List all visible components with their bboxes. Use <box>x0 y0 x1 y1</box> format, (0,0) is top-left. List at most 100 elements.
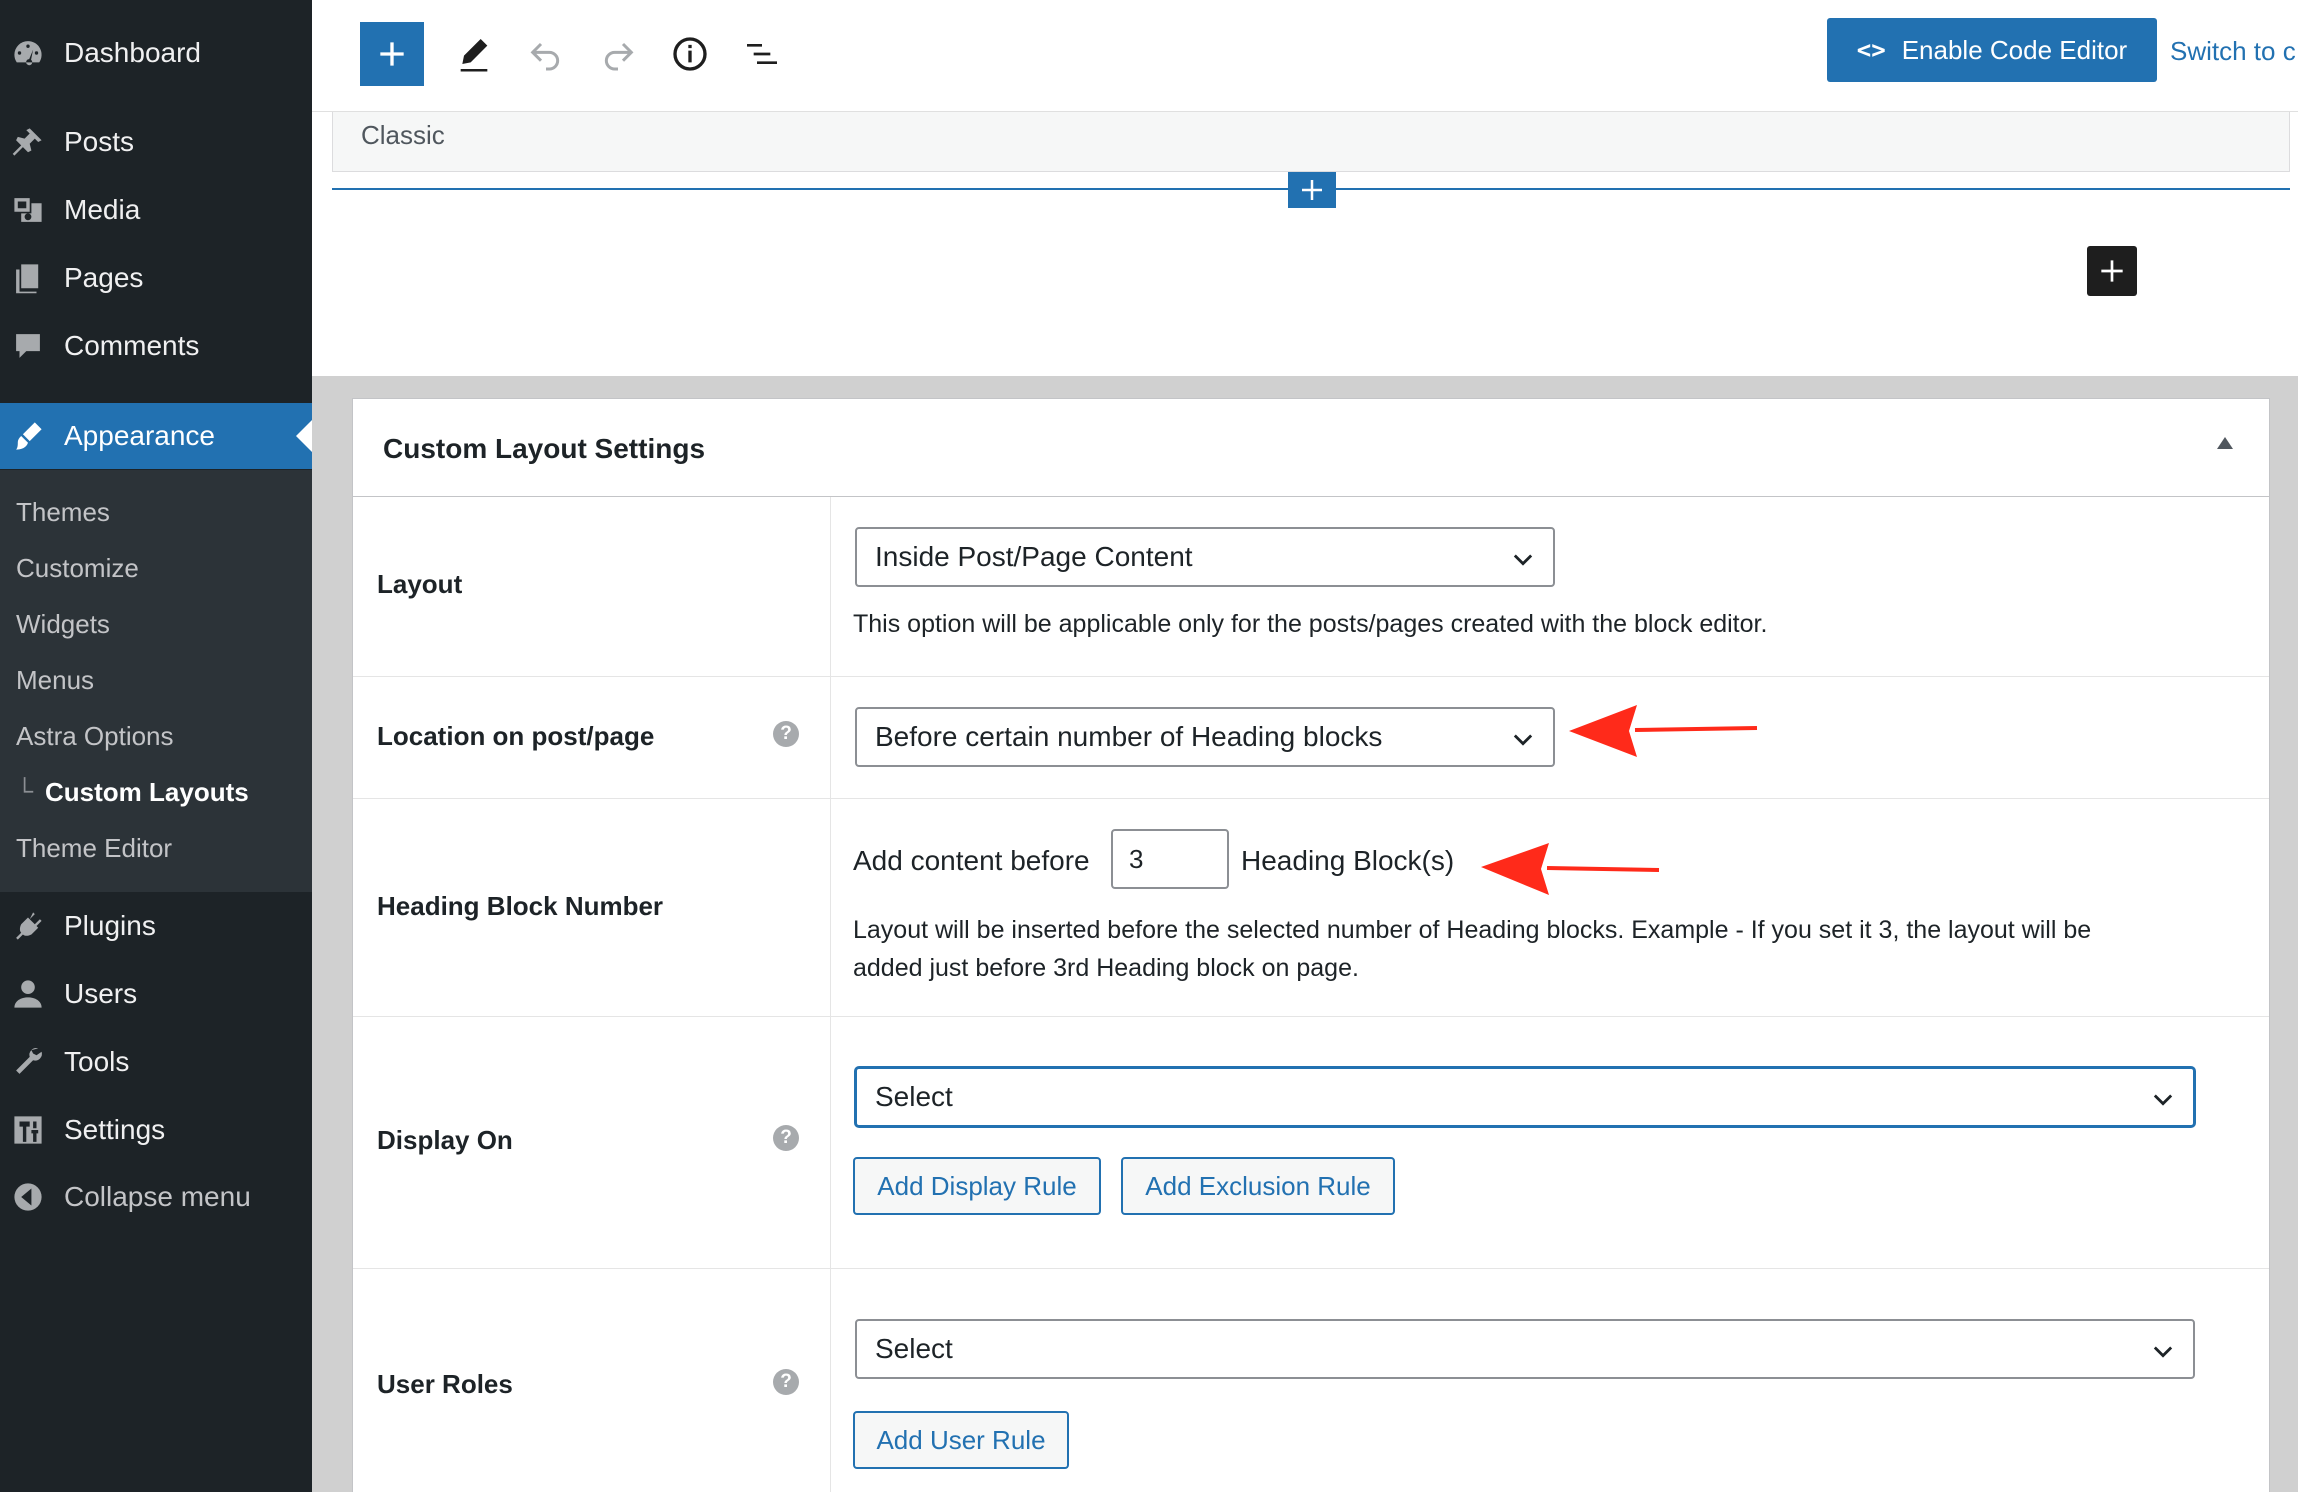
menu-item-posts[interactable]: Posts <box>0 109 312 175</box>
collapse-menu-label: Collapse menu <box>64 1181 251 1212</box>
admin-sidebar: Dashboard Posts Media Pages Comments App… <box>0 0 312 1492</box>
layout-label: Layout <box>377 569 463 599</box>
submenu-menus[interactable]: Menus <box>16 660 94 700</box>
undo-icon <box>530 42 560 71</box>
row-label-cell: User Roles ? <box>353 1269 831 1492</box>
menu-item-appearance[interactable]: Appearance <box>0 403 312 469</box>
add-display-rule-button[interactable]: Add Display Rule <box>853 1157 1101 1215</box>
heading-block-label: Heading Block Number <box>377 891 664 921</box>
location-select[interactable]: Before certain number of Heading blocks <box>855 707 1555 767</box>
location-row: Location on post/page ? Before certain n… <box>353 677 2269 799</box>
heading-number-value: 3 <box>1129 843 1144 874</box>
submenu-themes[interactable]: Themes <box>16 492 110 532</box>
chevron-down-icon <box>1513 554 1533 566</box>
classic-block-label: Classic <box>361 120 445 150</box>
menu-item-tools[interactable]: Tools <box>0 1029 312 1095</box>
details-button[interactable] <box>658 22 722 86</box>
collapse-panel-icon[interactable] <box>2217 437 2233 449</box>
tools-icon <box>10 1044 46 1080</box>
editor-canvas: Classic <box>312 112 2298 376</box>
menu-item-comments[interactable]: Comments <box>0 313 312 379</box>
pages-icon <box>10 260 46 296</box>
appearance-submenu: Themes Customize Widgets Menus Astra Opt… <box>0 470 312 892</box>
block-appender-button[interactable] <box>2087 246 2137 296</box>
row-label-cell: Location on post/page ? <box>353 677 831 798</box>
chevron-down-icon <box>2153 1094 2173 1106</box>
menu-label-users: Users <box>64 978 138 1009</box>
menu-label-pages: Pages <box>64 262 144 293</box>
list-view-button[interactable] <box>730 22 794 86</box>
menu-item-users[interactable]: Users <box>0 961 312 1027</box>
pencil-icon <box>460 39 488 72</box>
tools-edit-button[interactable] <box>442 22 506 86</box>
plugins-icon <box>10 908 46 944</box>
help-icon[interactable]: ? <box>773 1369 799 1395</box>
menu-label-tools: Tools <box>64 1046 130 1077</box>
custom-layout-settings-panel: Custom Layout Settings Layout Inside Pos… <box>352 398 2270 1492</box>
red-arrow-annotation <box>1481 843 1660 895</box>
user-roles-select[interactable]: Select <box>855 1319 2195 1379</box>
location-select-value: Before certain number of Heading blocks <box>875 721 1383 752</box>
code-icon: <> <box>1856 36 1886 64</box>
insert-between-button[interactable] <box>1288 172 1336 208</box>
user-roles-select-value: Select <box>875 1333 953 1364</box>
menu-label-plugins: Plugins <box>64 910 156 941</box>
menu-label-media: Media <box>64 194 141 225</box>
row-label-cell: Display On ? <box>353 1017 831 1268</box>
display-on-select-value: Select <box>875 1081 953 1112</box>
submenu-widgets[interactable]: Widgets <box>16 604 110 644</box>
undo-button[interactable] <box>514 22 578 86</box>
menu-label-posts: Posts <box>64 126 135 157</box>
menu-item-dashboard[interactable]: Dashboard <box>0 20 312 86</box>
menu-label-appearance: Appearance <box>64 420 216 451</box>
dashboard-icon <box>10 35 46 71</box>
pin-icon <box>10 124 46 160</box>
location-label: Location on post/page <box>377 721 655 751</box>
block-inserter-button[interactable] <box>360 22 424 86</box>
active-indicator <box>296 420 312 452</box>
help-icon[interactable]: ? <box>773 1125 799 1151</box>
layout-description: This option will be applicable only for … <box>853 610 1768 638</box>
menu-item-plugins[interactable]: Plugins <box>0 893 312 959</box>
add-user-rule-button[interactable]: Add User Rule <box>853 1411 1069 1469</box>
chevron-down-icon <box>1513 734 1533 746</box>
list-view-icon <box>747 44 777 64</box>
settings-icon <box>10 1112 46 1148</box>
chevron-down-icon <box>2153 1346 2173 1358</box>
paintbrush-icon <box>10 418 46 454</box>
row-label-cell: Heading Block Number <box>353 799 831 1016</box>
heading-block-description-line1: Layout will be inserted before the selec… <box>853 916 2092 944</box>
plus-icon <box>380 42 404 66</box>
menu-item-settings[interactable]: Settings <box>0 1097 312 1163</box>
collapse-menu-button[interactable]: Collapse menu <box>0 1164 312 1230</box>
layout-select-value: Inside Post/Page Content <box>875 541 1193 572</box>
layout-select[interactable]: Inside Post/Page Content <box>855 527 1555 587</box>
redo-icon <box>604 42 634 71</box>
users-icon <box>10 976 46 1012</box>
enable-code-editor-button[interactable]: <> Enable Code Editor <box>1827 18 2157 82</box>
panel-title: Custom Layout Settings <box>383 433 706 464</box>
submenu-theme-editor[interactable]: Theme Editor <box>16 828 172 868</box>
add-content-before-text: Add content before <box>853 845 1090 876</box>
red-arrow-annotation <box>1569 705 1758 757</box>
heading-block-description-line2: added just before 3rd Heading block on p… <box>853 954 1359 982</box>
submenu-customize[interactable]: Customize <box>16 548 139 588</box>
editor-toolbar: <> Enable Code Editor Switch to c <box>312 0 2298 112</box>
row-label-cell: Layout <box>353 497 831 676</box>
submenu-custom-layouts[interactable]: └ Custom Layouts <box>16 772 249 812</box>
panel-header[interactable]: Custom Layout Settings <box>353 399 2269 497</box>
menu-item-pages[interactable]: Pages <box>0 245 312 311</box>
heading-block-row: Heading Block Number Add content before … <box>353 799 2269 1017</box>
menu-label-comments: Comments <box>64 330 200 361</box>
switch-to-link[interactable]: Switch to c <box>2170 36 2296 67</box>
menu-item-media[interactable]: Media <box>0 177 312 243</box>
redo-button[interactable] <box>586 22 650 86</box>
comments-icon <box>10 328 46 364</box>
submenu-astra-options[interactable]: Astra Options <box>16 716 174 756</box>
display-on-select[interactable]: Select <box>855 1067 2195 1127</box>
add-exclusion-rule-button[interactable]: Add Exclusion Rule <box>1121 1157 1395 1215</box>
classic-block[interactable]: Classic <box>332 112 2290 172</box>
help-icon[interactable]: ? <box>773 721 799 747</box>
heading-number-input[interactable]: 3 <box>1111 829 1229 889</box>
sub-indent-icon: └ <box>16 778 34 805</box>
